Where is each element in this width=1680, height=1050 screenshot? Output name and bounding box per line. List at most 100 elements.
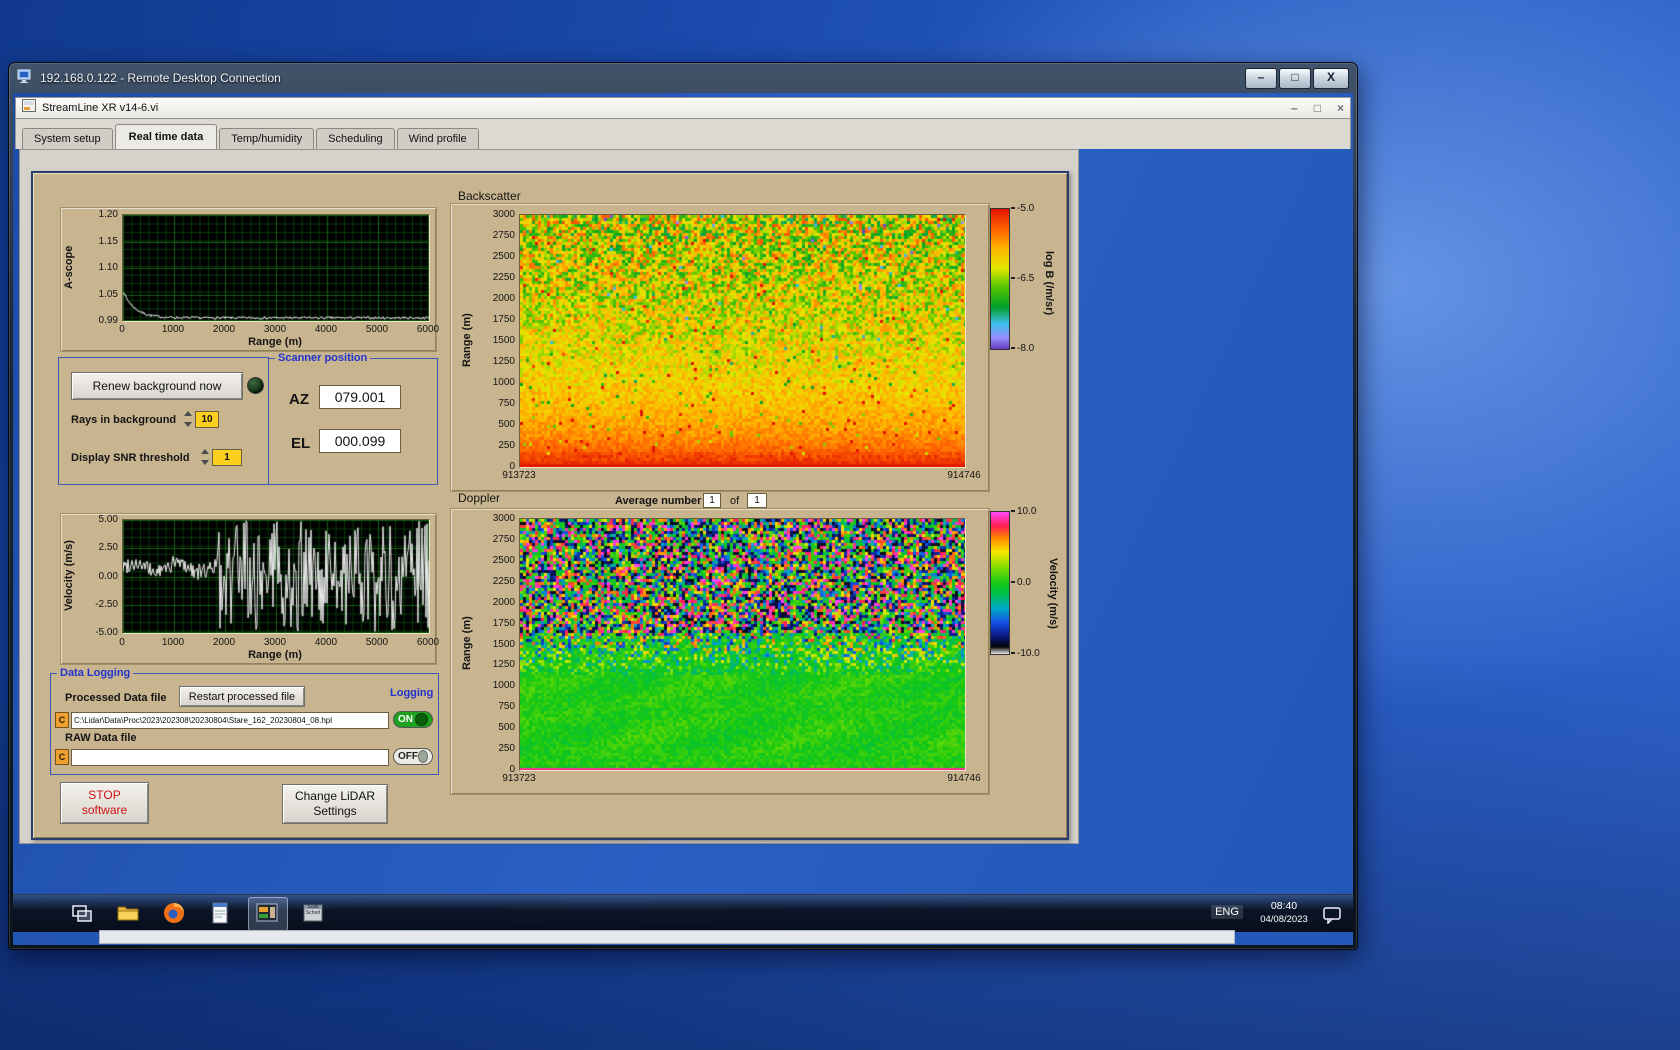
snr-spinner[interactable] (200, 449, 209, 465)
restart-processed-file-button[interactable]: Restart processed file (179, 686, 305, 707)
app-close-button[interactable]: × (1337, 101, 1344, 115)
tick-label: 5000 (366, 637, 388, 648)
backscatter-title: Backscatter (458, 189, 521, 203)
tick-label: 1500 (493, 639, 515, 650)
rdp-titlebar[interactable]: 192.168.0.122 - Remote Desktop Connectio… (9, 63, 1357, 93)
language-indicator[interactable]: ENG (1211, 905, 1243, 919)
tab-scheduling[interactable]: Scheduling (316, 128, 394, 149)
doppler-x-start: 913723 (502, 773, 535, 784)
tick-label: 750 (498, 701, 515, 712)
stop-software-button[interactable]: STOP software (60, 782, 149, 824)
tick-label: 250 (498, 743, 515, 754)
rdp-title: 192.168.0.122 - Remote Desktop Connectio… (40, 71, 281, 85)
rdp-caption-buttons: – □ X (1245, 68, 1349, 89)
doppler-y-axis-label: Range (m) (461, 518, 475, 769)
tab-system-setup[interactable]: System setup (22, 128, 113, 149)
tab-strip: System setup Real time data Temp/humidit… (15, 119, 1351, 149)
a-scope-x-axis-label: Range (m) (122, 336, 428, 348)
doppler-graph: Range (m) 300027502500225020001750150012… (450, 508, 990, 795)
tick-label: 1.15 (99, 236, 118, 247)
tick-label: 1750 (493, 314, 515, 325)
vi-icon (22, 99, 36, 117)
tick-label: 5.00 (99, 514, 118, 525)
firefox-icon[interactable] (161, 900, 187, 926)
tick-label: 6000 (417, 324, 439, 335)
renew-background-button[interactable]: Renew background now (71, 372, 243, 400)
app-titlebar[interactable]: StreamLine XR v14-6.vi – □ × (15, 97, 1351, 119)
average-number-field[interactable]: 1 (703, 493, 721, 508)
tick-label: 2000 (493, 597, 515, 608)
tick-label: 750 (498, 398, 515, 409)
tick-label: -5.00 (95, 627, 118, 638)
tick-label: 1000 (493, 377, 515, 388)
notepad-icon[interactable] (207, 900, 233, 926)
tick-label: 1000 (162, 637, 184, 648)
app-minimize-button[interactable]: – (1291, 101, 1298, 115)
doppler-colorbar-ticks: 10.00.0-10.0 (1011, 506, 1041, 658)
raw-path-drive-button[interactable]: C (55, 749, 69, 765)
processed-path-drive-button[interactable]: C (55, 712, 69, 728)
raw-path-field[interactable] (71, 749, 389, 766)
tick-label: 4000 (315, 637, 337, 648)
off-label: OFF (398, 751, 418, 762)
remote-desktop: StreamLine XR v14-6.vi – □ × System setu… (13, 93, 1353, 945)
tick-label: 0 (119, 637, 125, 648)
tick-label: 2250 (493, 576, 515, 587)
tick-label: 1250 (493, 659, 515, 670)
tick-label: 0.0 (1011, 577, 1031, 588)
app-restore-button[interactable]: □ (1314, 101, 1321, 115)
backscatter-plot-area (519, 214, 966, 468)
doppler-x-ticks: 913723 914746 (519, 773, 964, 785)
rays-spinner[interactable] (183, 411, 192, 427)
backscatter-x-ticks: 913723 914746 (519, 470, 964, 482)
scanner-position-box: Scanner position AZ 079.001 EL 000.099 (268, 358, 438, 485)
backscatter-y-ticks: 3000275025002250200017501500125010007505… (481, 209, 515, 471)
tick-label: 3000 (264, 324, 286, 335)
local-taskbar-peek[interactable] (99, 930, 1235, 944)
doppler-colorbar (990, 511, 1010, 655)
tick-label: 4000 (315, 324, 337, 335)
el-value-field[interactable]: 000.099 (319, 429, 401, 453)
background-controls-box: Renew background now Rays in background … (58, 357, 269, 485)
tick-label: 1000 (162, 324, 184, 335)
tab-real-time-data[interactable]: Real time data (115, 124, 218, 149)
average-count-field[interactable]: 1 (747, 493, 767, 508)
clock[interactable]: 08:40 04/08/2023 (1251, 899, 1317, 927)
streamline-app-icon[interactable] (254, 900, 280, 926)
doppler-colorbar-label: Velocity (m/s) (1045, 513, 1059, 673)
doppler-plot-area (519, 518, 966, 771)
remote-taskbar: Scan Sched ENG 08:40 04/08/2023 (13, 894, 1353, 932)
velocity-x-axis-label: Range (m) (122, 649, 428, 661)
snr-value-field[interactable]: 1 (212, 449, 242, 466)
notification-bubble-icon[interactable] (1319, 902, 1345, 928)
toggle-knob (415, 713, 428, 726)
doppler-canvas (520, 519, 965, 770)
of-label: of (730, 495, 739, 507)
a-scope-graph: A-scope 1.201.151.101.050.99 01000200030… (60, 207, 437, 352)
tick-label: -8.0 (1011, 343, 1034, 354)
rdp-maximize-button[interactable]: □ (1279, 68, 1311, 89)
tab-wind-profile[interactable]: Wind profile (397, 128, 479, 149)
explorer-folder-icon[interactable] (115, 900, 141, 926)
clock-time: 08:40 (1251, 899, 1317, 913)
tick-label: 0.00 (99, 571, 118, 582)
change-lidar-settings-button[interactable]: Change LiDAR Settings (282, 784, 388, 824)
rdp-minimize-button[interactable]: – (1245, 68, 1277, 89)
renew-background-led (247, 377, 264, 394)
az-value-field[interactable]: 079.001 (319, 385, 401, 409)
rdp-close-button[interactable]: X (1313, 68, 1349, 89)
tab-temp-humidity[interactable]: Temp/humidity (219, 128, 314, 149)
task-view-icon[interactable] (69, 900, 95, 926)
backscatter-colorbar-ticks: -5.0-6.5-8.0 (1011, 203, 1037, 353)
velocity-y-ticks: 5.002.500.00-2.50-5.00 (81, 514, 118, 634)
raw-logging-toggle[interactable]: OFF (393, 748, 433, 765)
scan-scheduler-icon[interactable]: Scan Sched (300, 900, 326, 926)
tick-label: -6.5 (1011, 273, 1034, 284)
tick-label: 1.05 (99, 289, 118, 300)
backscatter-x-end: 914746 (947, 470, 980, 481)
rays-value-field[interactable]: 10 (195, 411, 219, 428)
tick-label: 2.50 (99, 542, 118, 553)
processed-path-field[interactable]: C:\Lidar\Data\Proc\2023\202308\20230804\… (71, 712, 389, 729)
processed-logging-toggle[interactable]: ON (393, 711, 433, 728)
scan-icon-text2: Sched (300, 910, 326, 916)
